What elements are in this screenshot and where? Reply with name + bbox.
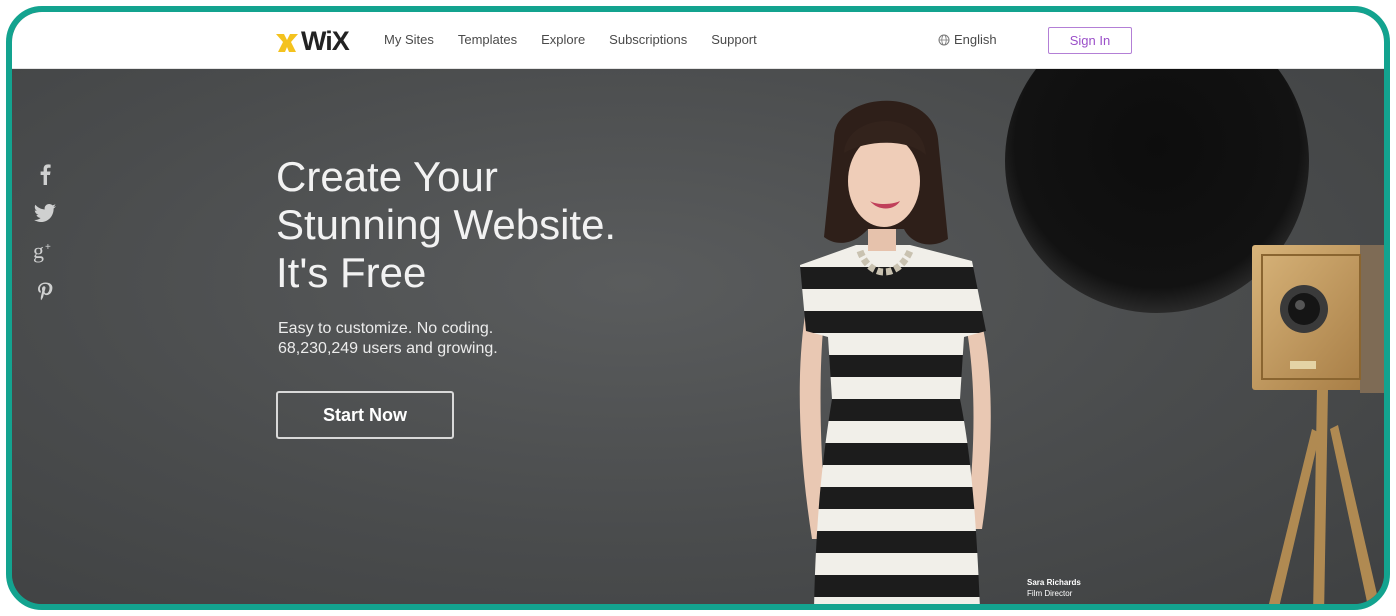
- hero-headline: Create Your Stunning Website. It's Free: [276, 153, 736, 297]
- vintage-camera: [1252, 245, 1384, 393]
- svg-text:+: +: [45, 242, 51, 253]
- top-navigation: WiX My Sites Templates Explore Subscript…: [12, 12, 1384, 69]
- language-label: English: [954, 32, 997, 47]
- subline-line-2: 68,230,249 users and growing.: [278, 340, 498, 357]
- hero-section: g + Create Your Stunning Website. It's Fr…: [12, 69, 1384, 604]
- nav-item-my-sites[interactable]: My Sites: [384, 32, 434, 48]
- hero-subline: Easy to customize. No coding. 68,230,249…: [278, 319, 498, 359]
- subline-line-1: Easy to customize. No coding.: [278, 320, 494, 337]
- svg-text:g: g: [33, 241, 44, 263]
- headline-line-2: Stunning Website.: [276, 201, 617, 248]
- caption-name: Sara Richards: [1027, 578, 1081, 587]
- social-sidebar: g +: [30, 163, 60, 323]
- headline-line-3: It's Free: [276, 249, 427, 296]
- caption-role: Film Director: [1027, 589, 1073, 598]
- globe-icon: [938, 34, 950, 45]
- wix-logo[interactable]: WiX: [276, 26, 350, 56]
- photo-caption: Sara Richards Film Director: [1027, 577, 1081, 599]
- screenshot-frame: WiX My Sites Templates Explore Subscript…: [6, 6, 1390, 610]
- nav-item-subscriptions[interactable]: Subscriptions: [609, 32, 687, 48]
- hero-photo: [799, 69, 1384, 604]
- headline-line-1: Create Your: [276, 153, 498, 200]
- twitter-icon[interactable]: [30, 204, 60, 227]
- facebook-icon[interactable]: [30, 163, 60, 190]
- sign-in-button[interactable]: Sign In: [1048, 27, 1132, 54]
- logo-star-icon: [276, 34, 298, 52]
- logo-text: WiX: [301, 26, 350, 56]
- nav-item-explore[interactable]: Explore: [541, 32, 585, 48]
- tripod: [1268, 389, 1380, 604]
- pinterest-icon[interactable]: [30, 282, 60, 309]
- woman-figure: [799, 100, 991, 604]
- google-plus-icon[interactable]: g +: [30, 238, 60, 268]
- nav-item-templates[interactable]: Templates: [458, 32, 517, 48]
- nav-item-support[interactable]: Support: [711, 32, 757, 48]
- start-now-button[interactable]: Start Now: [276, 391, 454, 439]
- language-selector[interactable]: English: [938, 32, 997, 47]
- nav-menu: My Sites Templates Explore Subscriptions…: [384, 32, 781, 48]
